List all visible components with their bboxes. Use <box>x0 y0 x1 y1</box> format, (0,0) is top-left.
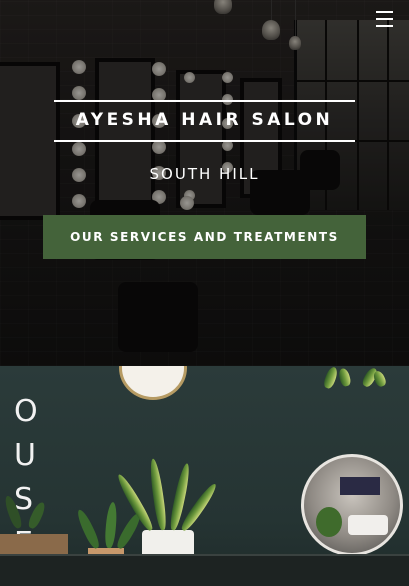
wall-clock-decor <box>119 366 187 400</box>
title-top-rule <box>54 100 355 102</box>
services-button[interactable]: OUR SERVICES AND TREATMENTS <box>43 215 366 259</box>
site-title: AYESHA HAIR SALON <box>75 110 334 130</box>
round-mirror-decor <box>301 454 403 556</box>
hero-section: AYESHA HAIR SALON SOUTH HILL OUR SERVICE… <box>0 0 409 366</box>
hamburger-menu-icon[interactable] <box>376 11 393 27</box>
wall-sign-letter: O <box>14 394 38 429</box>
location-subtitle: SOUTH HILL <box>149 165 260 183</box>
salon-interior-image: O U S E <box>0 366 409 586</box>
title-bottom-rule <box>54 140 355 142</box>
wall-sign-letter: U <box>14 438 36 473</box>
